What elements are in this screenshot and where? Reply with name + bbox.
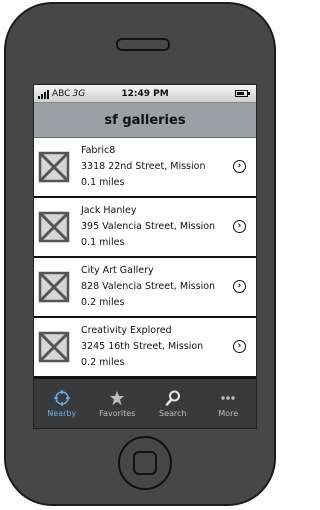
gallery-address: 3245 16th Street, Mission	[81, 341, 204, 352]
list-item[interactable]: Creativity Explored 3245 16th Street, Mi…	[34, 318, 256, 378]
gallery-name: Creativity Explored	[81, 325, 172, 336]
ellipsis-icon	[221, 395, 235, 400]
gallery-distance: 0.1 miles	[81, 177, 125, 188]
chevron-right-icon[interactable]: ›	[233, 280, 246, 293]
gallery-address: 828 Valencia Street, Mission	[81, 281, 216, 292]
phone-frame: ABC 3G 12:49 PM sf galleries Fabric8 331…	[4, 2, 276, 506]
tab-favorites[interactable]: Favorites	[90, 379, 146, 428]
tab-label: Nearby	[47, 408, 77, 418]
tab-label: More	[218, 408, 239, 418]
tab-nearby[interactable]: Nearby	[34, 379, 90, 428]
list-item[interactable]: Jack Hanley 395 Valencia Street, Mission…	[34, 198, 256, 258]
image-placeholder-icon	[38, 331, 70, 363]
home-button[interactable]	[118, 436, 172, 490]
battery-icon	[235, 90, 250, 97]
list-item[interactable]: Fabric8 3318 22nd Street, Mission 0.1 mi…	[34, 138, 256, 198]
gallery-distance: 0.1 miles	[81, 237, 125, 248]
star-icon	[110, 390, 125, 405]
gallery-name: Jack Hanley	[81, 205, 137, 216]
speaker-grille	[116, 38, 170, 51]
tab-search[interactable]: Search	[145, 379, 201, 428]
crosshair-icon	[53, 389, 70, 406]
page-title: sf galleries	[104, 112, 186, 128]
home-square-icon	[133, 451, 157, 475]
status-time: 12:49 PM	[121, 88, 169, 99]
gallery-list: Fabric8 3318 22nd Street, Mission 0.1 mi…	[34, 138, 256, 378]
gallery-distance: 0.2 miles	[81, 357, 125, 368]
tab-label: Search	[159, 408, 187, 418]
status-bar: ABC 3G 12:49 PM	[34, 85, 256, 103]
tab-label: Favorites	[99, 408, 136, 418]
chevron-right-icon[interactable]: ›	[233, 340, 246, 353]
chevron-right-icon[interactable]: ›	[233, 160, 246, 173]
phone-screen: ABC 3G 12:49 PM sf galleries Fabric8 331…	[33, 84, 257, 429]
tab-more[interactable]: More	[201, 379, 257, 428]
navigation-bar: sf galleries	[34, 103, 256, 138]
tab-bar: Nearby Favorites Search More	[34, 378, 256, 428]
image-placeholder-icon	[38, 151, 70, 183]
list-item[interactable]: City Art Gallery 828 Valencia Street, Mi…	[34, 258, 256, 318]
gallery-name: Fabric8	[81, 145, 116, 156]
image-placeholder-icon	[38, 211, 70, 243]
magnifier-icon	[165, 390, 180, 406]
gallery-distance: 0.2 miles	[81, 297, 125, 308]
chevron-right-icon[interactable]: ›	[233, 220, 246, 233]
gallery-name: City Art Gallery	[81, 265, 154, 276]
gallery-address: 395 Valencia Street, Mission	[81, 221, 216, 232]
gallery-address: 3318 22nd Street, Mission	[81, 161, 206, 172]
image-placeholder-icon	[38, 271, 70, 303]
